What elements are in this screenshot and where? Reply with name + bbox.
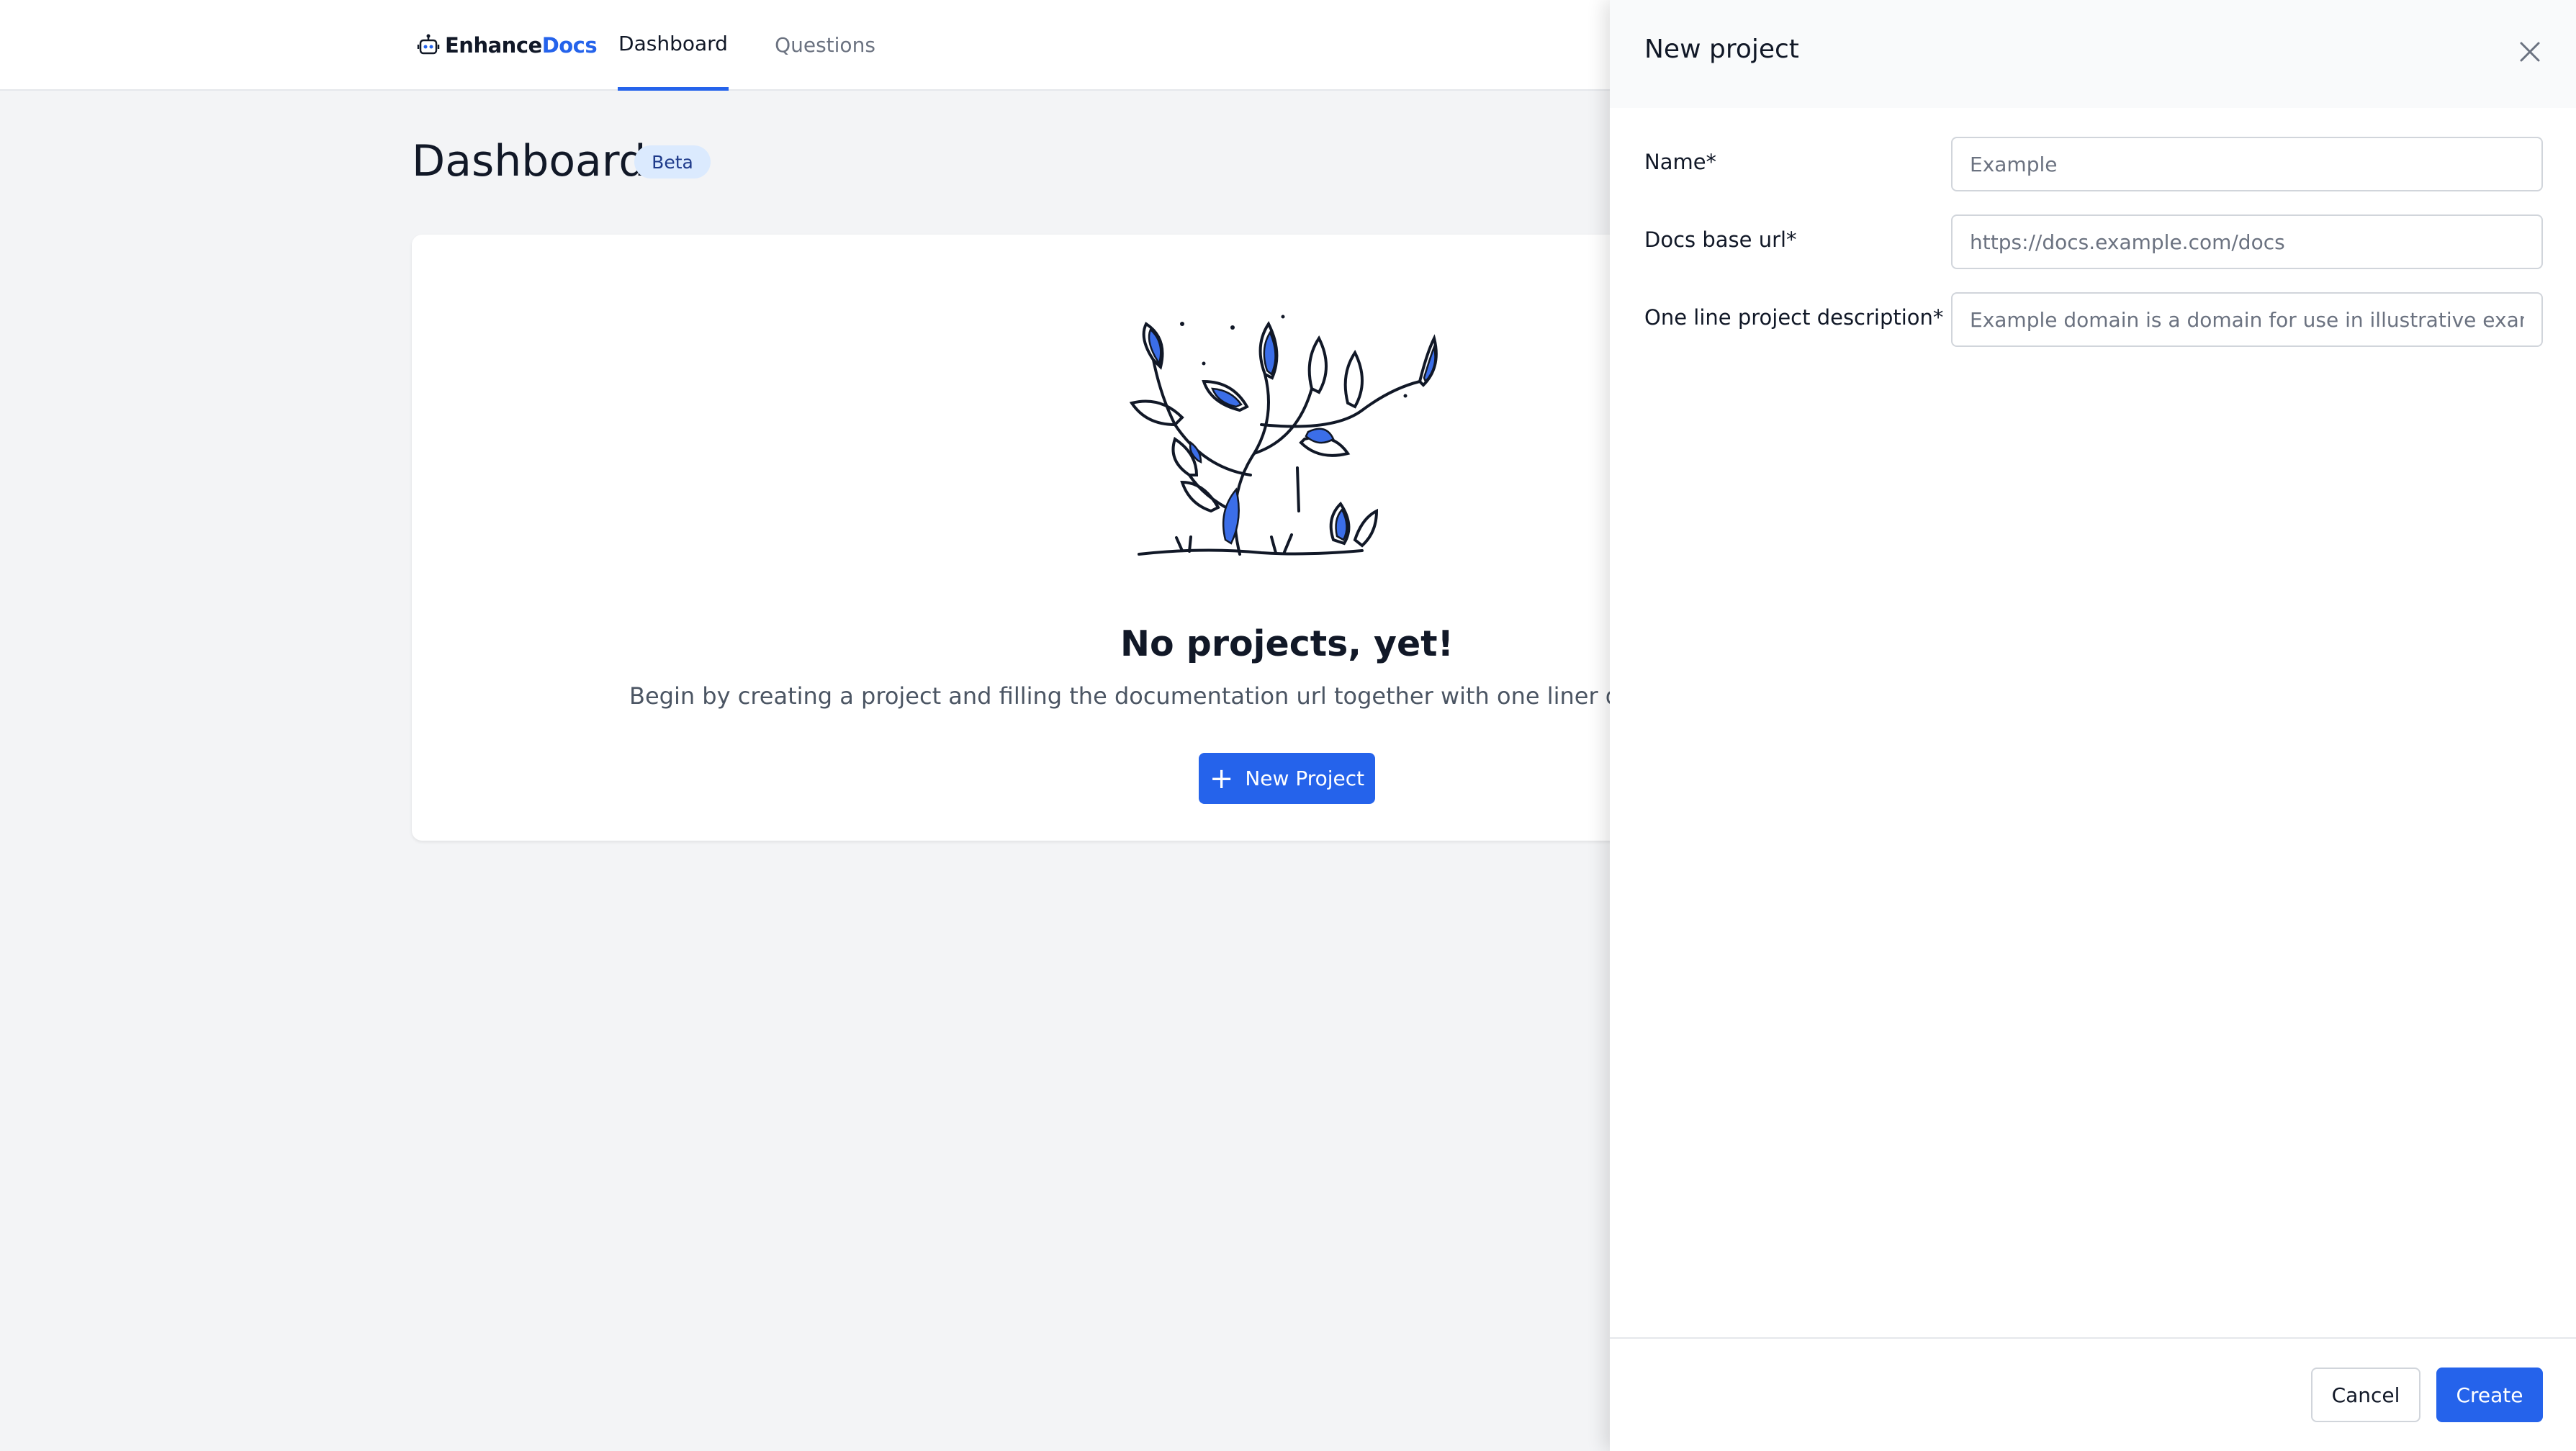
tab-dashboard[interactable]: Dashboard bbox=[618, 0, 729, 91]
brand-name-part2: Docs bbox=[541, 33, 598, 58]
plant-illustration bbox=[1129, 315, 1438, 556]
panel-footer: Cancel Create bbox=[1610, 1337, 2576, 1451]
new-project-panel: New project Name* Docs base url* One lin… bbox=[1610, 0, 2576, 1451]
panel-header: New project bbox=[1610, 0, 2576, 108]
project-description-input[interactable] bbox=[1951, 292, 2543, 347]
page-title: Dashboard bbox=[412, 136, 647, 186]
brand-logo[interactable]: EnhanceDocs bbox=[416, 30, 598, 60]
docs-base-url-label: Docs base url* bbox=[1644, 227, 1797, 252]
close-icon[interactable] bbox=[2516, 37, 2544, 66]
plus-icon: + bbox=[1209, 761, 1234, 795]
new-project-button-label: New Project bbox=[1245, 767, 1365, 790]
cancel-button[interactable]: Cancel bbox=[2311, 1368, 2420, 1422]
new-project-button[interactable]: + New Project bbox=[1199, 753, 1375, 804]
empty-state-description: Begin by creating a project and filling … bbox=[629, 682, 1741, 710]
name-input[interactable] bbox=[1951, 137, 2543, 191]
docs-base-url-input[interactable] bbox=[1951, 214, 2543, 269]
beta-badge: Beta bbox=[634, 145, 711, 178]
panel-title: New project bbox=[1644, 35, 1799, 64]
project-description-label: One line project description* bbox=[1644, 305, 1944, 330]
create-button[interactable]: Create bbox=[2436, 1368, 2543, 1422]
brand-name-part1: Enhance bbox=[445, 33, 542, 58]
name-label: Name* bbox=[1644, 150, 1717, 174]
robot-docs-icon bbox=[417, 34, 440, 55]
tab-questions[interactable]: Questions bbox=[763, 0, 887, 89]
brand-name: EnhanceDocs bbox=[445, 33, 598, 58]
